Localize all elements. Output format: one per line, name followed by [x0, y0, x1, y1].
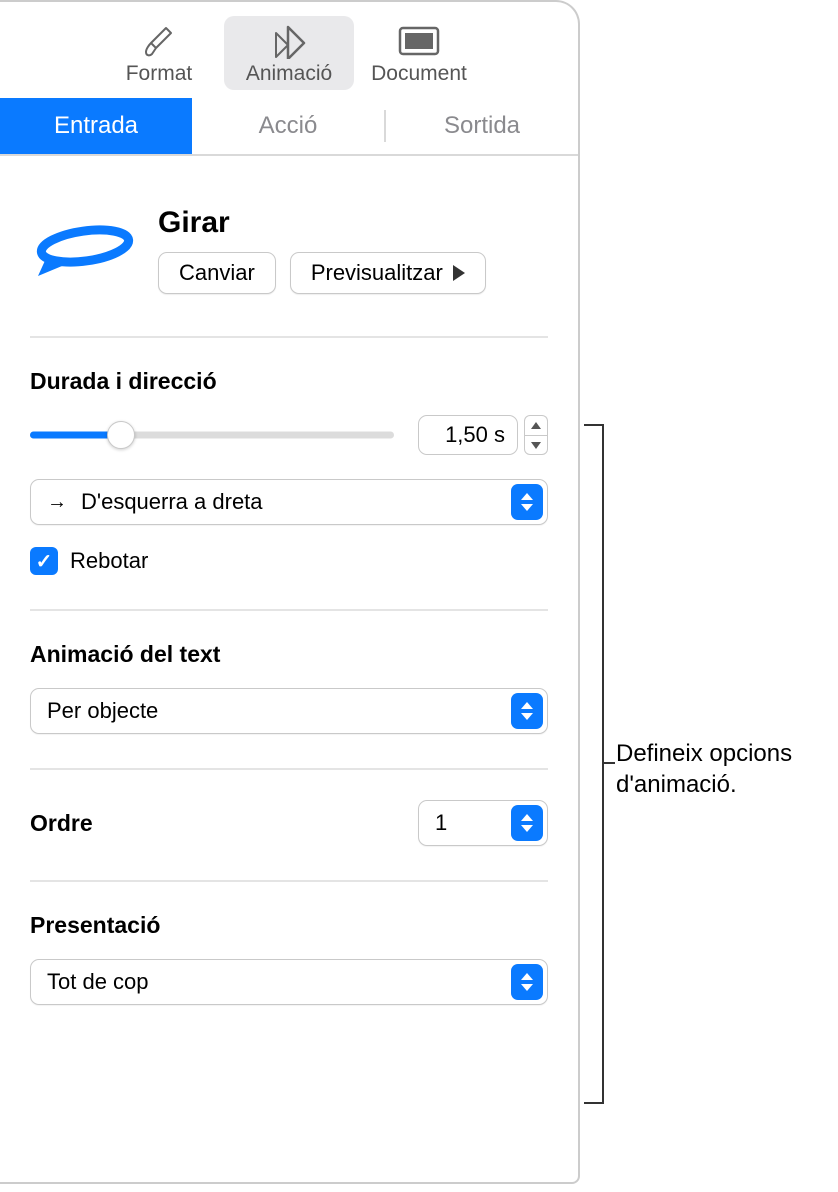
delivery-popup[interactable]: Tot de cop [30, 959, 548, 1005]
spin-icon [30, 206, 140, 296]
tab-build-out[interactable]: Sortida [386, 98, 578, 154]
format-tab[interactable]: Format [94, 16, 224, 90]
popup-arrows-icon [511, 484, 543, 520]
text-anim-popup[interactable]: Per objecte [30, 688, 548, 734]
play-icon [453, 265, 465, 281]
duration-title: Durada i direcció [30, 368, 548, 395]
delivery-title: Presentació [30, 912, 548, 939]
document-label: Document [371, 62, 467, 86]
direction-popup[interactable]: →D'esquerra a dreta [30, 479, 548, 525]
tab-build-in[interactable]: Entrada [0, 98, 192, 154]
build-tabs: Entrada Acció Sortida [0, 98, 578, 156]
animate-label: Animació [246, 62, 332, 86]
duration-section: Durada i direcció →D'esquerra a dreta [30, 338, 548, 611]
popup-arrows-icon [511, 964, 543, 1000]
animate-tab[interactable]: Animació [224, 16, 354, 90]
checkmark-icon: ✓ [36, 549, 53, 574]
effect-name: Girar [158, 206, 548, 240]
duration-step-up[interactable] [524, 415, 548, 435]
document-tab[interactable]: Document [354, 16, 484, 90]
callout-bracket [584, 424, 604, 1104]
order-section: Ordre 1 [30, 770, 548, 882]
change-button[interactable]: Canviar [158, 252, 276, 294]
text-anim-title: Animació del text [30, 641, 548, 668]
tab-action[interactable]: Acció [192, 98, 384, 154]
slider-thumb[interactable] [107, 421, 135, 449]
inspector-content: Girar Canviar Previsualitzar Durada i di… [0, 156, 578, 1039]
arrow-right-icon: → [47, 491, 67, 514]
order-title: Ordre [30, 810, 93, 837]
bounce-checkbox[interactable]: ✓ [30, 547, 58, 575]
duration-stepper [418, 415, 548, 455]
callout-text: Defineix opcions d'animació. [616, 738, 792, 800]
callout-connector [603, 762, 615, 764]
document-icon [398, 22, 440, 60]
animate-icon [264, 22, 314, 60]
popup-arrows-icon [511, 693, 543, 729]
duration-slider[interactable] [30, 423, 394, 447]
order-popup[interactable]: 1 [418, 800, 548, 846]
popup-arrows-icon [511, 805, 543, 841]
delivery-section: Presentació Tot de cop [30, 882, 548, 1039]
bounce-label: Rebotar [70, 548, 148, 574]
inspector-toolbar: Format Animació Document [0, 2, 578, 98]
duration-input[interactable] [418, 415, 518, 455]
effect-header: Girar Canviar Previsualitzar [30, 156, 548, 338]
format-label: Format [126, 62, 193, 86]
preview-button[interactable]: Previsualitzar [290, 252, 486, 294]
text-animation-section: Animació del text Per objecte [30, 611, 548, 770]
duration-step-down[interactable] [524, 435, 548, 455]
paintbrush-icon [141, 22, 177, 60]
inspector-panel: Format Animació Document Entrada Acció S… [0, 0, 580, 1184]
effect-info: Girar Canviar Previsualitzar [158, 206, 548, 294]
